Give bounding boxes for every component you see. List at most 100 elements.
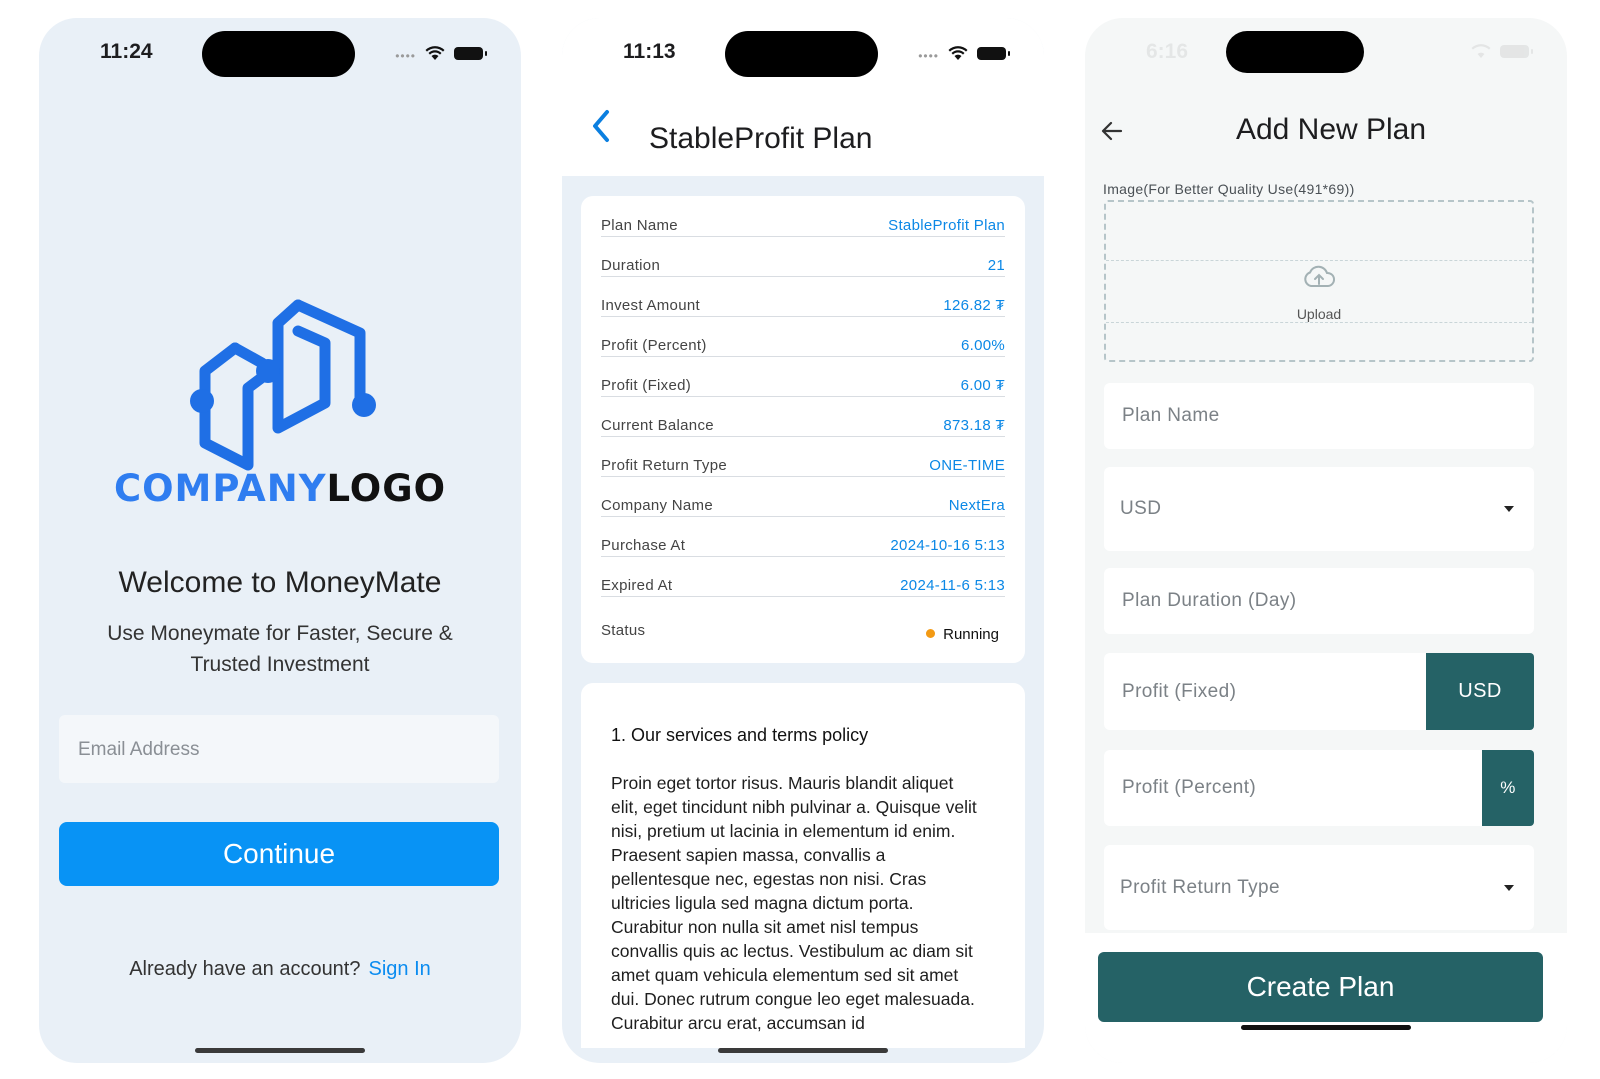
profit-percent-suffix: % [1482,750,1534,826]
status-row: Status Running [601,596,1005,643]
detail-label: Expired At [601,577,673,594]
detail-label: Purchase At [601,537,686,554]
status-badge: Running [926,626,999,643]
wifi-icon [948,46,968,60]
detail-row: Current Balance 873.18 ₮ [601,396,1005,437]
page-title: StableProfit Plan [649,122,873,155]
page-title: Add New Plan [1235,113,1427,146]
detail-label: Company Name [601,497,713,514]
battery-icon [1500,44,1533,58]
create-plan-button[interactable]: Create Plan [1098,952,1543,1022]
cloud-upload-icon [1304,265,1335,287]
header: 11:13 •••• StableProfit Plan [562,18,1044,176]
screen-login: 11:24 •••• COMPANYLOGO Welcome to MoneyM… [39,18,521,1063]
detail-label: Invest Amount [601,297,700,314]
status-value: Running [943,626,999,643]
dynamic-island [202,31,355,77]
account-prompt-text: Already have an account? [129,958,361,980]
caret-down-icon [1504,506,1514,512]
detail-row: Plan Name StableProfit Plan [601,196,1005,237]
company-logo: COMPANYLOGO [39,293,521,510]
detail-value: 2024-10-16 5:13 [890,537,1005,554]
upload-label: Upload [1296,306,1342,322]
currency-value: USD [1120,498,1162,519]
screen-add-plan: 6:16 Add New Plan Image(For Better Quali… [1085,18,1567,1063]
detail-row: Duration 21 [601,236,1005,277]
status-dot-icon [926,629,936,638]
duration-placeholder: Plan Duration (Day) [1122,590,1297,611]
profit-return-type-select[interactable]: Profit Return Type [1104,845,1534,930]
detail-value: StableProfit Plan [888,217,1005,234]
detail-label: Profit Return Type [601,457,728,474]
plan-duration-input[interactable]: Plan Duration (Day) [1104,568,1534,634]
signin-prompt: Already have an account? Sign In [39,958,521,981]
battery-icon [977,46,1010,60]
detail-value: 873.18 ₮ [943,417,1005,434]
detail-label: Profit (Fixed) [601,377,692,394]
terms-card: 1. Our services and terms policy Proin e… [581,683,1025,1048]
profit-fixed-placeholder: Profit (Fixed) [1122,680,1237,702]
signal-icon: •••• [918,49,939,63]
detail-value: NextEra [948,497,1005,514]
profit-percent-placeholder: Profit (Percent) [1122,777,1257,798]
detail-value: 6.00% [960,337,1005,354]
status-time: 6:16 [1146,40,1189,63]
status-bar: 6:16 [1085,18,1567,88]
status-label: Status [601,622,646,639]
detail-label: Current Balance [601,417,714,434]
continue-button[interactable]: Continue [59,822,499,886]
screen-plan-detail: 11:13 •••• StableProfit Plan Plan Name St… [562,18,1044,1063]
status-time: 11:13 [623,40,676,63]
profit-fixed-input[interactable]: Profit (Fixed) USD [1104,653,1534,730]
status-time: 11:24 [100,40,153,63]
logo-company-text: COMPANY [113,467,327,510]
plan-name-input[interactable]: Plan Name [1104,383,1534,449]
battery-icon [454,46,487,60]
tagline-text: Use Moneymate for Faster, Secure & Trust… [107,622,453,676]
detail-row: Invest Amount 126.82 ₮ [601,276,1005,317]
home-indicator [718,1048,888,1053]
detail-row: Purchase At 2024-10-16 5:13 [601,516,1005,557]
email-field[interactable]: Email Address [59,715,499,783]
back-chevron-icon[interactable] [587,106,615,146]
dynamic-island [725,31,878,77]
detail-label: Profit (Percent) [601,337,707,354]
detail-row: Profit (Fixed) 6.00 ₮ [601,356,1005,397]
profit-percent-input[interactable]: Profit (Percent) % [1104,750,1534,826]
logo-wordmark: COMPANYLOGO [39,467,521,510]
home-indicator [195,1048,365,1053]
home-indicator [1241,1025,1411,1030]
detail-value: 21 [987,257,1005,274]
detail-label: Plan Name [601,217,678,234]
return-type-placeholder: Profit Return Type [1120,876,1280,898]
dropzone-guide [1106,322,1532,323]
detail-row: Company Name NextEra [601,476,1005,517]
terms-heading: 1. Our services and terms policy [611,725,869,745]
terms-body: Proin eget tortor risus. Mauris blandit … [611,773,977,1033]
image-upload-dropzone[interactable]: Upload [1104,200,1534,362]
profit-fixed-suffix: USD [1426,653,1534,730]
dynamic-island [1226,31,1364,73]
status-icons: •••• [918,43,1010,63]
signal-icon: •••• [395,49,416,63]
wifi-icon [425,46,445,60]
status-icons [1471,43,1533,59]
status-bar: 11:13 •••• [562,18,1044,88]
detail-value: 126.82 ₮ [943,297,1005,314]
detail-value: ONE-TIME [929,457,1005,474]
logo-logo-text: LOGO [326,467,447,510]
image-field-label: Image(For Better Quality Use(491*69)) [1103,181,1355,197]
detail-value: 2024-11-6 5:13 [900,577,1005,594]
wifi-icon [1471,44,1491,58]
detail-row: Profit Return Type ONE-TIME [601,436,1005,477]
detail-label: Duration [601,257,661,274]
welcome-heading: Welcome to MoneyMate [118,566,442,599]
detail-value: 6.00 ₮ [960,377,1005,394]
dropzone-guide [1106,260,1532,261]
currency-select[interactable]: USD [1104,467,1534,551]
status-bar: 11:24 •••• [39,18,521,88]
signin-link[interactable]: Sign In [369,958,431,980]
logo-mark-icon [190,299,376,471]
detail-row: Profit (Percent) 6.00% [601,316,1005,357]
status-icons: •••• [395,43,487,63]
